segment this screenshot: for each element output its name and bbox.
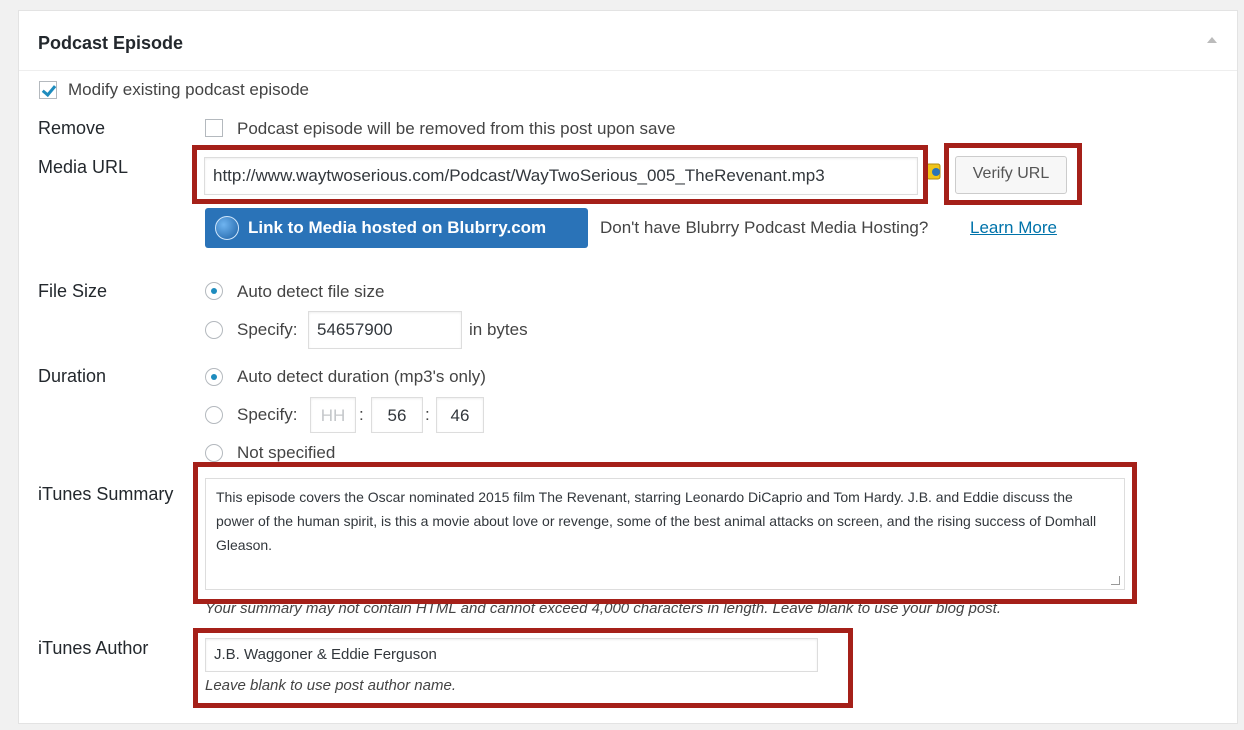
blubrry-button-label: Link to Media hosted on Blubrry.com [248, 218, 547, 237]
remove-checkbox[interactable] [205, 119, 223, 137]
file-size-specify-radio[interactable] [205, 321, 223, 339]
file-size-label: File Size [38, 281, 108, 301]
collapse-arrow-icon[interactable] [1207, 37, 1217, 43]
learn-more-link[interactable]: Learn More [970, 218, 1057, 238]
duration-separator: : [425, 405, 430, 424]
duration-specify-radio[interactable] [205, 406, 223, 424]
duration-label: Duration [38, 366, 107, 386]
itunes-author-label: iTunes Author [38, 638, 149, 658]
itunes-author-input[interactable]: J.B. Waggoner & Eddie Ferguson [205, 638, 818, 672]
itunes-summary-text: This episode covers the Oscar nominated … [216, 489, 1097, 553]
duration-specify-label: Specify: [237, 405, 298, 424]
duration-seconds-input[interactable]: 46 [436, 397, 484, 433]
file-size-auto-radio[interactable] [205, 282, 223, 300]
hosting-text: Don't have Blubrry Podcast Media Hosting… [600, 218, 929, 237]
duration-auto-radio[interactable] [205, 368, 223, 386]
panel-title: Podcast Episode [38, 33, 184, 53]
file-size-auto-label: Auto detect file size [237, 282, 385, 301]
duration-hours-input[interactable]: HH [310, 397, 356, 433]
duration-separator: : [359, 405, 364, 424]
itunes-summary-label: iTunes Summary [38, 484, 174, 504]
file-size-input[interactable]: 54657900 [308, 311, 462, 349]
duration-auto-label: Auto detect duration (mp3's only) [237, 367, 486, 386]
duration-not-specified-radio[interactable] [205, 444, 223, 462]
modify-episode-checkbox[interactable] [39, 81, 57, 99]
modify-episode-label: Modify existing podcast episode [68, 80, 309, 99]
file-size-unit: in bytes [469, 320, 528, 339]
file-size-specify-label: Specify: [237, 320, 298, 339]
blubrry-link-button[interactable]: Link to Media hosted on Blubrry.com [205, 208, 588, 248]
itunes-author-help: Leave blank to use post author name. [205, 677, 457, 694]
media-url-input[interactable]: http://www.waytwoserious.com/Podcast/Way… [204, 157, 918, 195]
panel-header[interactable]: Podcast Episode [19, 11, 1237, 71]
blubrry-logo-icon [215, 216, 239, 240]
duration-not-specified-label: Not specified [237, 443, 336, 462]
verify-url-button[interactable]: Verify URL [955, 156, 1067, 194]
itunes-summary-textarea[interactable]: This episode covers the Oscar nominated … [205, 478, 1125, 590]
remove-label: Remove [38, 118, 106, 138]
duration-minutes-input[interactable]: 56 [371, 397, 423, 433]
remove-option-label: Podcast episode will be removed from thi… [237, 119, 676, 138]
media-url-label: Media URL [38, 157, 129, 177]
refresh-icon[interactable] [926, 162, 942, 180]
itunes-summary-help: Your summary may not contain HTML and ca… [205, 600, 1002, 617]
resize-handle-icon[interactable] [1111, 576, 1120, 585]
